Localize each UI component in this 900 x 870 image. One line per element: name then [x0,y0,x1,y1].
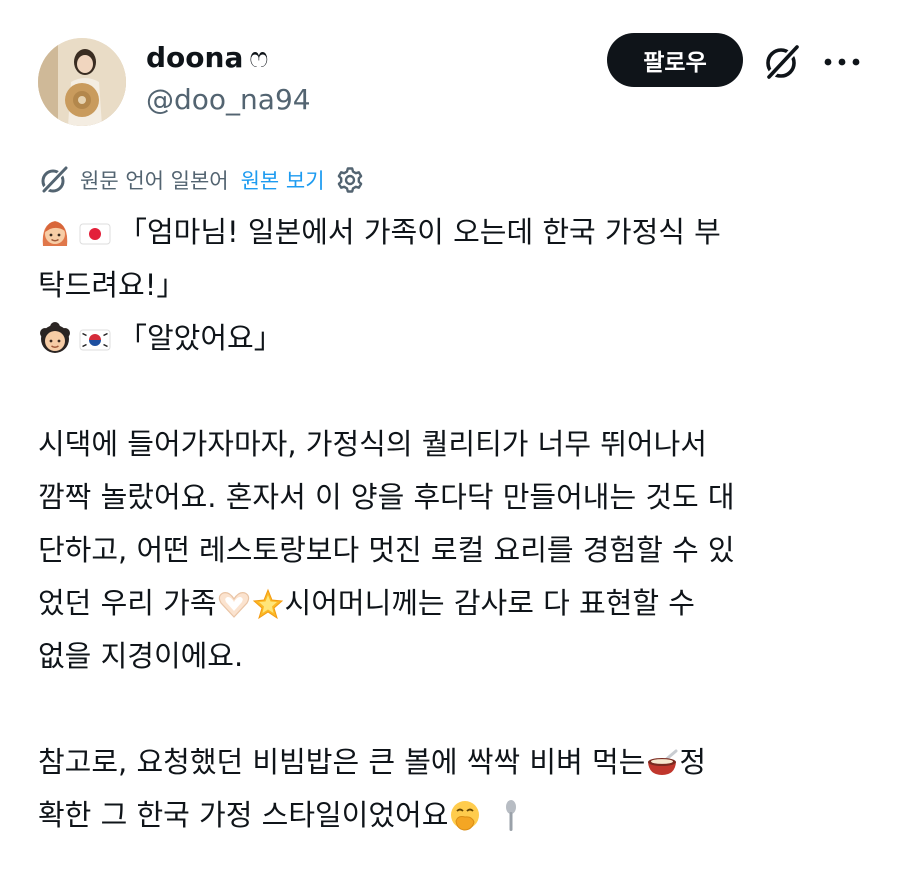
post-line: 깜짝 놀랐어요. 혼자서 이 양을 후다닥 만들어내는 것도 대 [38,471,868,524]
post-line-text: 깜짝 놀랐어요. 혼자서 이 양을 후다닥 만들어내는 것도 대 [38,480,735,514]
post-line-text: 단하고, 어떤 레스토랑보다 멋진 로컬 요리를 경험할 수 있 [38,533,735,567]
post-line-text: 정 [679,745,707,779]
user-handle[interactable]: @doo_na94 [146,80,311,120]
display-name[interactable]: doona ෆ [146,38,268,78]
korea-flag-emoji [78,322,112,356]
post-line-text: 참고로, 요청했던 비빔밥은 큰 볼에 싹싹 비벼 먹는 [38,745,646,779]
translation-bar: 원문 언어 일본어 원본 보기 [38,160,365,200]
woman-red-hair-emoji [38,216,72,250]
display-name-text[interactable]: doona [146,41,243,74]
post-line: 단하고, 어떤 레스토랑보다 멋진 로컬 요리를 경험할 수 있 [38,524,868,577]
view-original-link[interactable]: 원본 보기 [241,165,325,195]
avatar[interactable] [38,38,126,126]
post-line: 없을 지경이에요. [38,630,868,683]
hand-over-mouth-emoji [448,799,482,833]
post-line-text: 「엄마님! 일본에서 가족이 오는데 한국 가정식 부 [118,215,721,249]
grok-icon[interactable] [762,42,802,82]
heart-hands-emoji [217,587,251,621]
paragraph-break [38,365,868,418]
post-line-text: 시어머니께는 감사로 다 표현할 수 [284,586,695,620]
older-woman-emoji [38,321,72,356]
japan-flag-emoji [78,216,112,250]
post-line: 확한 그 한국 가정 스타일이었어요 [38,789,868,842]
post-line: 었던 우리 가족 시어머니께는 감사로 다 표현할 수 [38,577,868,630]
gear-icon[interactable] [335,165,365,195]
post-line: 「알았어요」 [38,312,868,365]
more-icon[interactable] [820,44,864,78]
post-line-text: 었던 우리 가족 [38,586,217,620]
follow-button[interactable]: 팔로우 [607,33,743,87]
original-language-label: 원문 언어 일본어 [80,169,229,193]
post-line-text: 확한 그 한국 가정 스타일이었어요 [38,798,449,832]
post-text: 「엄마님! 일본에서 가족이 오는데 한국 가정식 부 탁드려요!」 「알았어요… [38,206,868,842]
spoon-emoji [494,799,528,833]
bowl-with-spoon-emoji [645,746,679,780]
post-line: 참고로, 요청했던 비빔밥은 큰 볼에 싹싹 비벼 먹는 정 [38,736,868,789]
post-line-text: 탁드려요!」 [38,268,186,302]
name-symbol: ෆ [249,41,269,74]
grok-translate-icon [40,165,69,195]
post-line-text: 시댁에 들어가자마자, 가정식의 퀄리티가 너무 뛰어나서 [38,427,707,461]
paragraph-break [38,683,868,736]
post-line: 「엄마님! 일본에서 가족이 오는데 한국 가정식 부 [38,206,868,259]
post-line: 탁드려요!」 [38,259,868,312]
post-line-text: 없을 지경이에요. [38,639,244,673]
post-line-text: 「알았어요」 [118,321,283,355]
post-line: 시댁에 들어가자마자, 가정식의 퀄리티가 너무 뛰어나서 [38,418,868,471]
glowing-star-emoji [251,587,285,621]
